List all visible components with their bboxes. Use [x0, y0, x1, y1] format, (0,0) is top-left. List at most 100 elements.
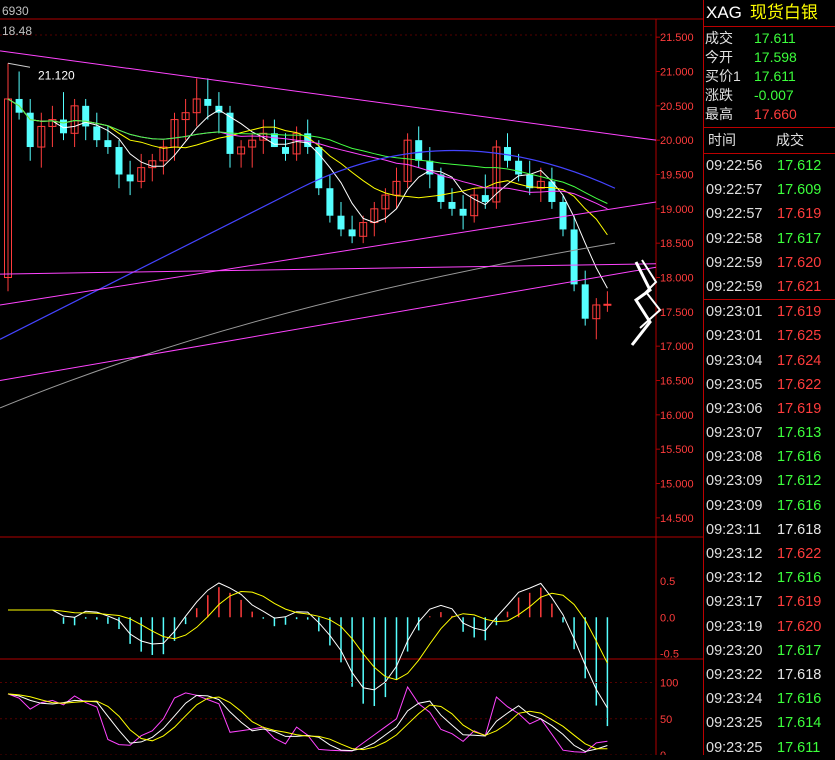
quote-label: 最高 [705, 106, 733, 122]
tick-price: 17.614 [777, 715, 822, 732]
candle-body-down [570, 229, 578, 285]
candle-body-down [282, 147, 289, 154]
high-annotation-pointer [7, 62, 31, 68]
price-tick-label: 16.000 [660, 410, 694, 422]
tick-time: 09:22:58 [706, 230, 763, 247]
tick-row: 09:23:04 17.624 [704, 349, 835, 373]
tick-time: 09:23:22 [706, 666, 763, 683]
tick-price: 17.616 [777, 497, 822, 514]
kdj-tick-label: 100 [660, 678, 678, 690]
tick-price: 17.611 [777, 739, 821, 756]
tick-row: 09:22:57 17.609 [704, 178, 835, 202]
header-second-value: 18.48 [2, 24, 33, 38]
tick-price: 17.618 [777, 521, 822, 538]
tick-row: 09:22:59 17.621 [704, 275, 835, 299]
tick-price: 17.619 [777, 594, 822, 611]
quote-value: 17.598 [754, 49, 797, 65]
symbol-name: 现货白银 [749, 3, 818, 22]
candle-body-down [93, 126, 101, 141]
tick-price: 17.616 [777, 570, 822, 587]
macd-tick-label: -0.5 [660, 648, 679, 660]
candle-body-down [126, 174, 134, 182]
tick-time: 09:23:11 [706, 521, 762, 538]
high-annotation: 21.120 [38, 68, 75, 82]
candle-body-down [104, 140, 112, 148]
tick-row: 09:23:08 17.616 [704, 445, 835, 469]
candle-body-down [481, 195, 489, 202]
tick-row: 09:23:19 17.620 [704, 615, 835, 639]
tick-price: 17.622 [777, 546, 822, 562]
quote-label: 今开 [705, 49, 733, 65]
tick-time: 09:23:01 [706, 304, 763, 321]
price-tick-label: 18.500 [660, 238, 694, 250]
candle-body-down [26, 112, 34, 148]
tick-price: 17.616 [777, 449, 822, 466]
tick-row: 09:23:25 17.611 [704, 736, 835, 760]
candle-body-down [437, 174, 445, 202]
tick-price: 17.617 [777, 642, 822, 659]
quote-row: 最高 17.660 [704, 105, 835, 124]
macd-tick-label: 0.5 [660, 576, 675, 588]
tick-time: 09:23:19 [706, 618, 763, 635]
price-tick-label: 20.000 [660, 135, 694, 147]
tick-row: 09:23:09 17.616 [704, 494, 835, 518]
tick-row: 09:23:20 17.617 [704, 639, 835, 663]
candle-body-down [581, 284, 589, 319]
quote-summary: 成交 17.611 今开 17.598 买价1 17.611 涨跌 -0.007 最高 17.66… [704, 27, 835, 128]
candle-body-up [603, 303, 612, 306]
tick-time: 09:23:20 [706, 642, 763, 659]
tick-time: 09:23:24 [706, 691, 763, 708]
tick-price: 17.609 [777, 182, 822, 199]
tick-price: 17.616 [777, 691, 822, 708]
price-tick-label: 16.500 [660, 376, 694, 388]
tick-row: 09:23:07 17.613 [704, 421, 835, 445]
tick-row: 09:23:22 17.618 [704, 663, 835, 687]
tick-row: 09:23:06 17.619 [704, 397, 835, 421]
kdj-tick-label: 0 [660, 750, 666, 755]
tick-row: 09:23:01 17.625 [704, 324, 835, 348]
tick-price: 17.617 [777, 230, 822, 247]
kline-chart[interactable]: 21.500 21.000 20.500 20.000 19.500 19.000 18.5… [0, 0, 703, 755]
quote-value: -0.007 [754, 87, 794, 103]
candle-body-down [337, 215, 345, 230]
ticks-header: 时间 成交 [704, 128, 835, 153]
candle-body-down [448, 201, 456, 209]
symbol-code: XAG [706, 3, 742, 22]
kline-chart-area[interactable]: 21.500 21.000 20.500 20.000 19.500 19.000 18.5… [0, 0, 703, 755]
price-tick-label: 18.000 [660, 273, 694, 285]
tick-time: 09:23:12 [706, 570, 763, 587]
tick-price: 17.619 [777, 400, 822, 417]
tick-time: 09:23:09 [706, 497, 763, 514]
price-tick-label: 15.500 [660, 444, 694, 456]
price-tick-label: 19.500 [660, 170, 694, 182]
tick-price: 17.612 [777, 158, 822, 174]
tick-time: 09:22:57 [706, 206, 763, 223]
price-tick-label: 15.000 [660, 479, 694, 491]
tick-list[interactable]: 09:22:56 17.612 09:22:57 17.609 09:22:57 17.6… [704, 153, 835, 760]
tick-time: 09:23:17 [706, 594, 763, 611]
tick-row: 09:23:12 17.616 [704, 566, 835, 590]
quote-row: 今开 17.598 [704, 48, 835, 67]
header-top-value: 6930 [2, 4, 29, 18]
tick-row: 09:23:17 17.619 [704, 590, 835, 614]
tick-price: 17.619 [777, 206, 822, 223]
tick-time: 09:23:25 [706, 715, 763, 732]
candle-body-down [204, 98, 212, 106]
tick-time: 09:23:07 [706, 425, 763, 442]
candle-body-down [515, 160, 523, 175]
price-tick-label: 21.500 [660, 32, 694, 44]
tick-row: 09:22:58 17.617 [704, 227, 835, 251]
tick-price: 17.613 [777, 425, 822, 442]
quote-label: 涨跌 [705, 87, 733, 103]
tick-time: 09:22:57 [706, 182, 763, 199]
tick-time: 09:23:06 [706, 400, 763, 417]
tick-row: 09:23:24 17.616 [704, 687, 835, 711]
quote-value: 17.611 [754, 68, 796, 84]
tick-price: 17.625 [777, 328, 822, 345]
price-tick-label: 20.500 [660, 101, 694, 113]
quote-value: 17.660 [754, 106, 797, 122]
tick-row: 09:23:11 17.618 [704, 518, 835, 542]
candle-body-down [326, 188, 334, 216]
price-tick-label: 17.500 [660, 307, 694, 319]
price-tick-label: 17.000 [660, 341, 694, 353]
